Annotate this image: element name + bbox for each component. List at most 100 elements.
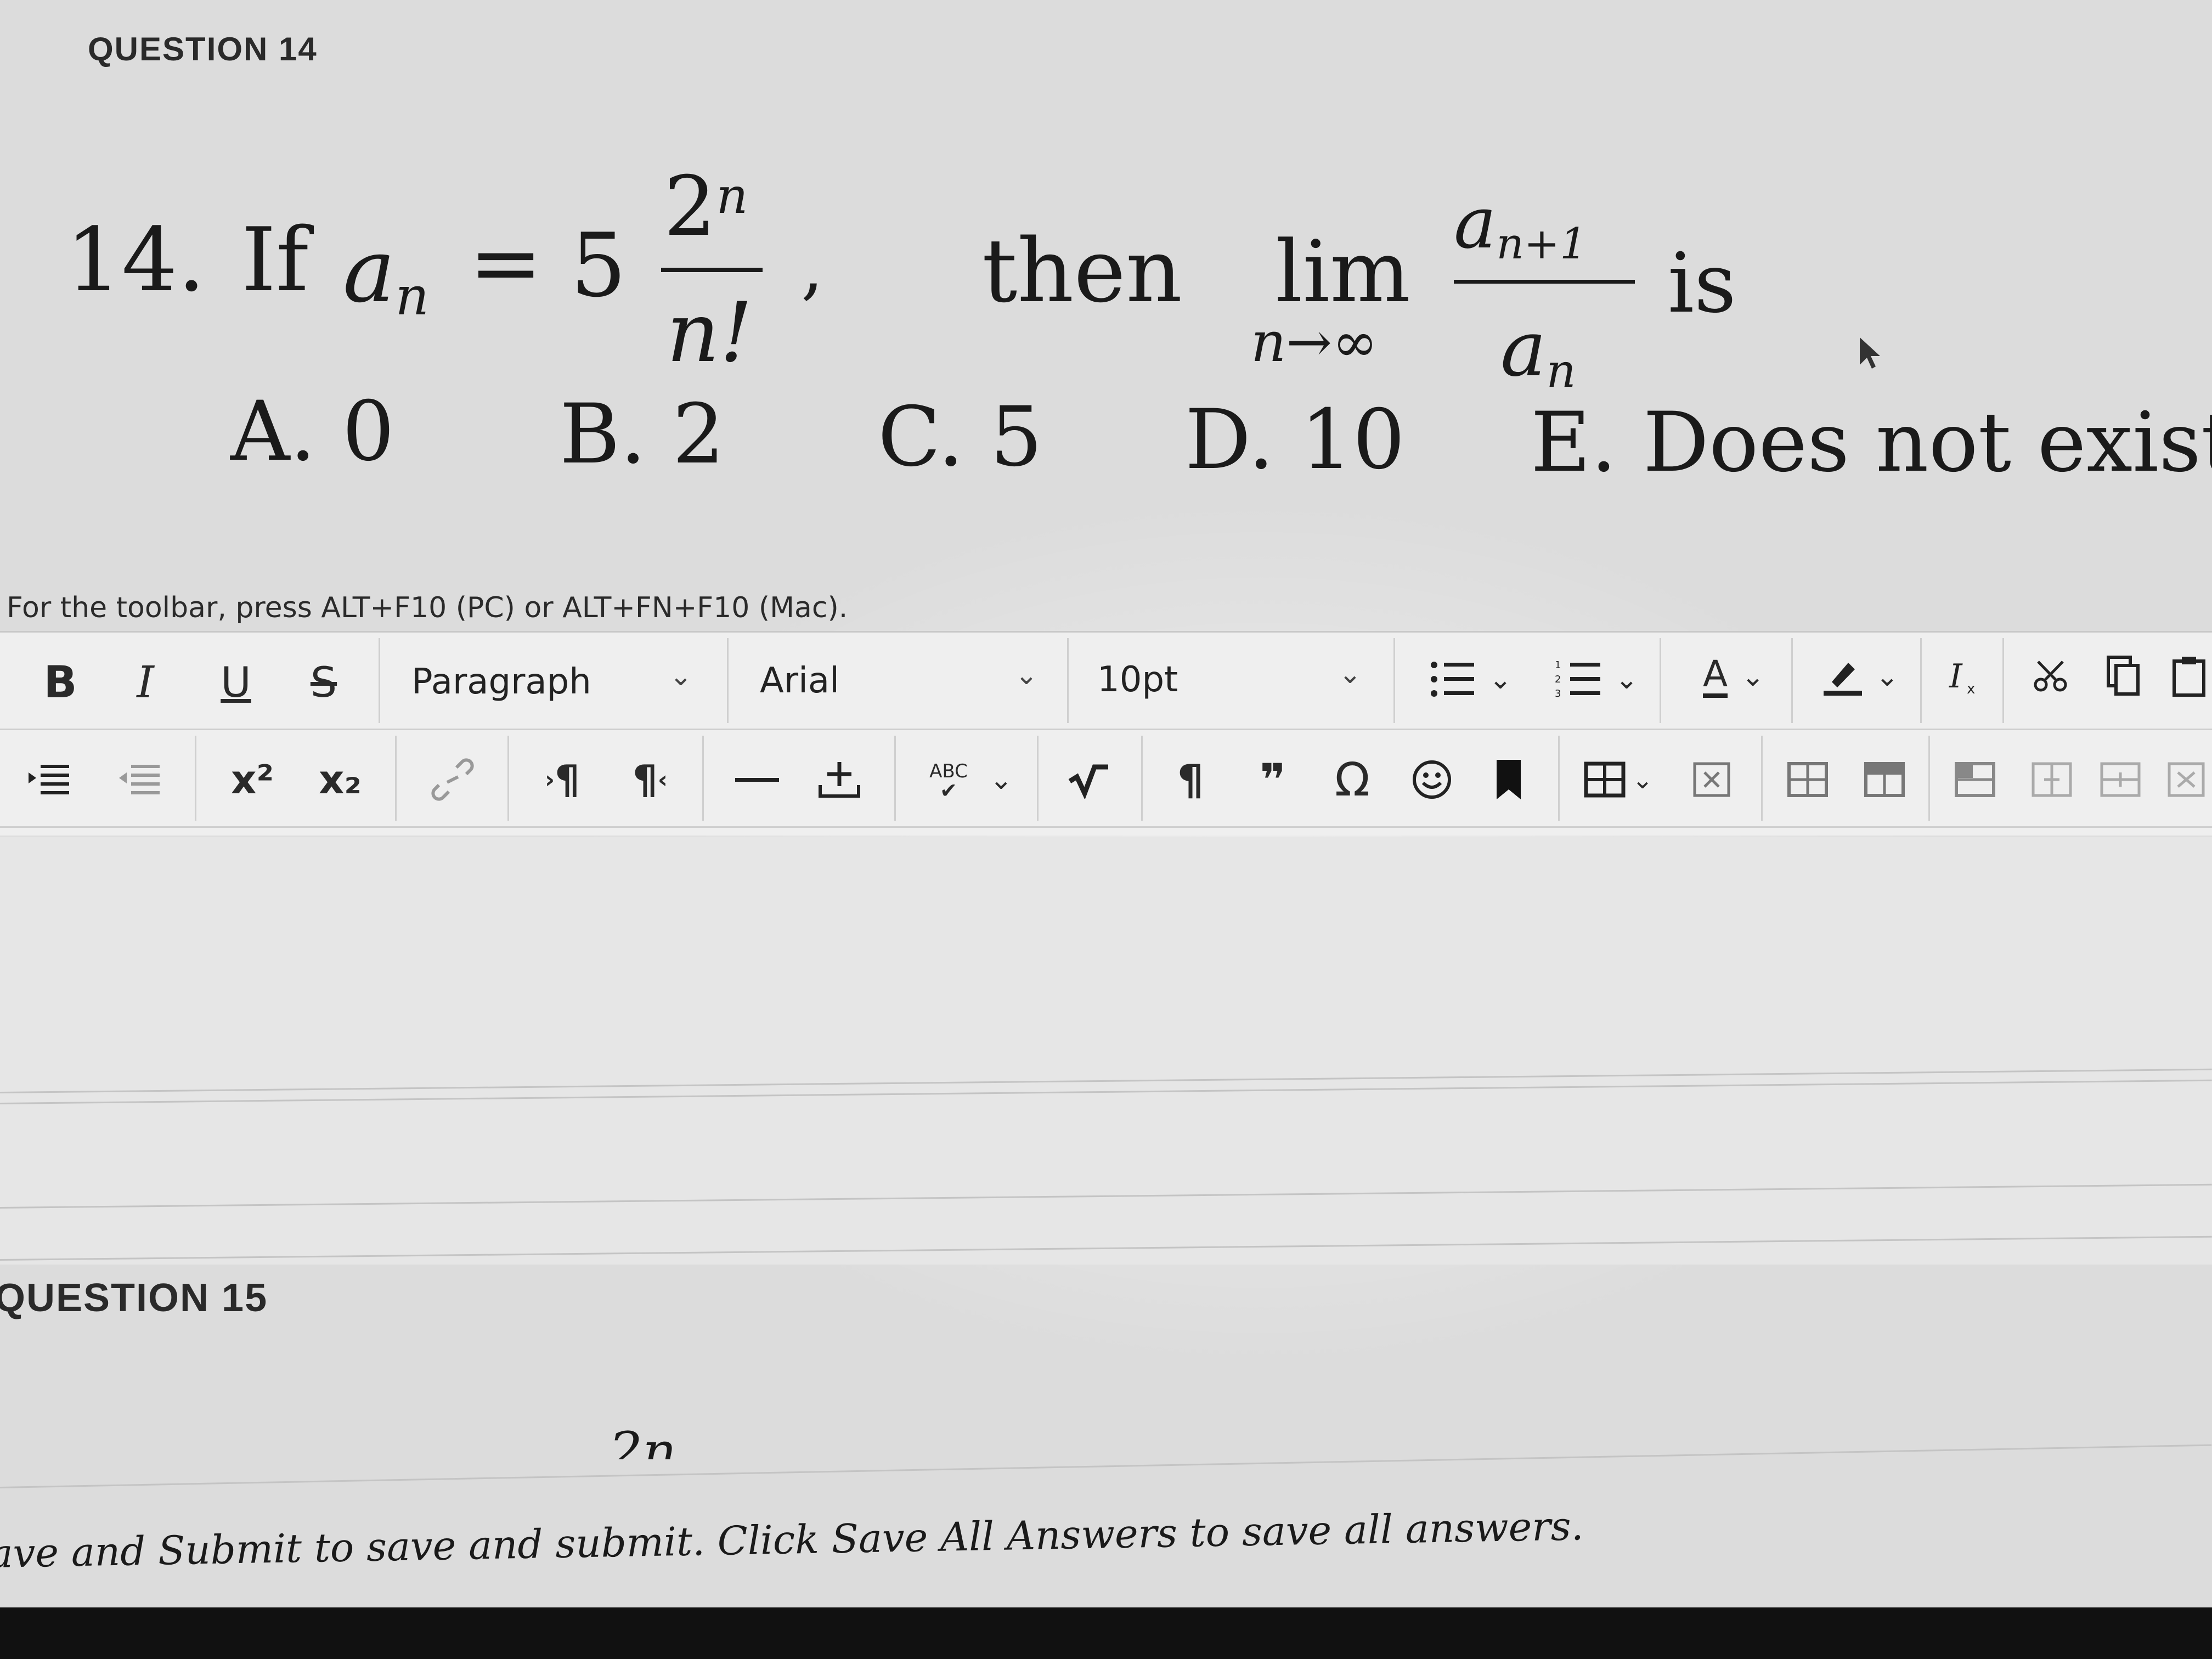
font-color-button[interactable]: A ⌄	[1684, 649, 1783, 704]
chevron-down-icon: ⌄	[1015, 659, 1038, 691]
table-cell-icon	[1864, 762, 1905, 797]
font-family-dropdown[interactable]: Arial ⌄	[760, 653, 1045, 708]
delete-table-button[interactable]	[1684, 752, 1739, 807]
toolbar-row-2: x² x₂ › ¶ ¶ ‹ ABC ✔ ⌄ ¶ ❞ Ω ⌄	[0, 730, 2212, 828]
fraction-denominator: n!	[667, 285, 753, 381]
choice-a: A. 0	[230, 384, 395, 479]
sequence-a: an	[343, 219, 430, 327]
svg-text:3: 3	[1555, 688, 1561, 699]
bullet-list-button[interactable]: ⌄	[1421, 652, 1520, 707]
then-word: then	[982, 219, 1183, 322]
equals-sign: =	[469, 211, 543, 314]
special-character-button[interactable]: Ω	[1322, 752, 1383, 807]
choice-d: D. 10	[1185, 392, 1406, 488]
table-cell-props-button[interactable]	[1854, 752, 1915, 807]
delete-cell-button[interactable]	[2159, 752, 2212, 807]
question-number: 14.	[66, 208, 206, 311]
paste-button[interactable]	[2164, 649, 2212, 704]
delete-cell-icon	[2168, 762, 2205, 797]
chevron-down-icon: ⌄	[1632, 765, 1654, 794]
toolbar-hint: For the toolbar, press ALT+F10 (PC) or A…	[7, 591, 848, 624]
font-size-dropdown[interactable]: 10pt ⌄	[1097, 652, 1383, 707]
choice-c: C. 5	[878, 390, 1043, 485]
split-cell-icon	[2100, 762, 2141, 797]
bold-button[interactable]: B	[33, 654, 88, 709]
smiley-icon	[1413, 760, 1451, 799]
blockquote-button[interactable]: ❞	[1245, 752, 1300, 807]
fraction-numerator: 2n	[664, 159, 748, 255]
numbered-list-button[interactable]: 1 2 3 ⌄	[1547, 652, 1646, 707]
outdent-button[interactable]	[112, 752, 167, 807]
chevron-down-icon: ⌄	[1741, 661, 1765, 692]
table-row-props-button[interactable]	[1778, 752, 1838, 807]
font-color-icon: A	[1702, 655, 1728, 698]
unlink-button[interactable]	[422, 752, 483, 807]
split-cell-button[interactable]	[2090, 752, 2151, 807]
if-word: If	[241, 208, 309, 311]
clear-formatting-button[interactable]: I x	[1937, 649, 1991, 704]
equation-button[interactable]	[1059, 752, 1119, 807]
cut-button[interactable]	[2024, 649, 2079, 704]
horizontal-line-button[interactable]	[730, 752, 785, 807]
insert-row-icon	[1955, 762, 1995, 797]
svg-text:2: 2	[1555, 674, 1561, 685]
insert-table-button[interactable]: ⌄	[1575, 752, 1662, 807]
chevron-down-icon: ⌄	[1339, 658, 1362, 690]
ratio-denominator: an	[1500, 304, 1576, 398]
ltr-direction-button[interactable]: › ¶	[532, 752, 592, 807]
square-root-icon	[1068, 764, 1108, 799]
font-family-value: Arial	[760, 661, 839, 701]
show-blocks-button[interactable]: ¶	[1163, 752, 1218, 807]
block-format-value: Paragraph	[411, 662, 591, 702]
italic-button[interactable]: I	[118, 654, 173, 709]
chevron-down-icon: ⌄	[669, 660, 692, 692]
chevron-down-icon: ⌄	[1615, 663, 1638, 695]
coefficient: 5	[571, 214, 627, 317]
divider	[0, 1444, 2212, 1488]
block-format-dropdown[interactable]: Paragraph ⌄	[411, 654, 719, 709]
spellcheck-button[interactable]: ABC ✔ ⌄	[916, 752, 1026, 807]
outdent-icon	[119, 765, 160, 794]
font-size-value: 10pt	[1097, 659, 1178, 700]
insert-row-before-button[interactable]	[1945, 752, 2005, 807]
bookmark-icon	[1497, 760, 1521, 799]
scissors-icon	[2034, 661, 2067, 692]
strikethrough-button[interactable]: S	[296, 654, 351, 709]
rtl-direction-button[interactable]: ¶ ‹	[620, 752, 680, 807]
svg-text:x: x	[1967, 681, 1975, 696]
underline-button[interactable]: U	[208, 654, 263, 709]
highlight-color-button[interactable]: ⌄	[1810, 649, 1909, 704]
superscript-button[interactable]: x²	[222, 752, 283, 807]
unlink-icon	[431, 758, 474, 801]
insert-content-button[interactable]	[812, 752, 867, 807]
clipboard-icon	[2172, 657, 2205, 697]
chevron-down-icon: ⌄	[1876, 661, 1899, 692]
indent-icon	[29, 765, 69, 794]
question-15-partial-math: 2n	[609, 1421, 676, 1459]
spellcheck-icon: ABC ✔	[929, 760, 968, 803]
toolbar-row-1: B I U S Paragraph ⌄ Arial ⌄ 10pt ⌄ ⌄ 1 2…	[0, 633, 2212, 730]
svg-text:I: I	[1949, 657, 1963, 696]
question-14-title: QUESTION 14	[88, 31, 318, 67]
choice-b: B. 2	[560, 387, 725, 482]
insert-column-icon	[2032, 762, 2072, 797]
subscript-button[interactable]: x₂	[310, 752, 370, 807]
choice-e: E. Does not exist	[1531, 395, 2212, 490]
table-row-icon	[1787, 762, 1828, 797]
limit-operator: lim	[1276, 222, 1411, 321]
indent-button[interactable]	[22, 752, 77, 807]
question-15-title: QUESTION 15	[0, 1276, 268, 1320]
insert-column-button[interactable]	[2022, 752, 2082, 807]
copy-icon	[2107, 656, 2140, 696]
rich-text-editor: B I U S Paragraph ⌄ Arial ⌄ 10pt ⌄ ⌄ 1 2…	[0, 631, 2212, 836]
answer-text-area[interactable]	[0, 837, 2212, 1265]
bookmark-button[interactable]	[1481, 752, 1536, 807]
submit-instructions: ave and Submit to save and submit. Click…	[0, 1503, 1584, 1577]
emoticons-button[interactable]	[1404, 752, 1459, 807]
chevron-down-icon: ⌄	[989, 764, 1013, 795]
table-icon	[1584, 761, 1626, 798]
horizontal-rule-icon	[735, 778, 779, 782]
svg-text:1: 1	[1555, 659, 1561, 671]
copy-button[interactable]	[2096, 649, 2151, 704]
clear-formatting-icon: I x	[1949, 657, 1975, 696]
